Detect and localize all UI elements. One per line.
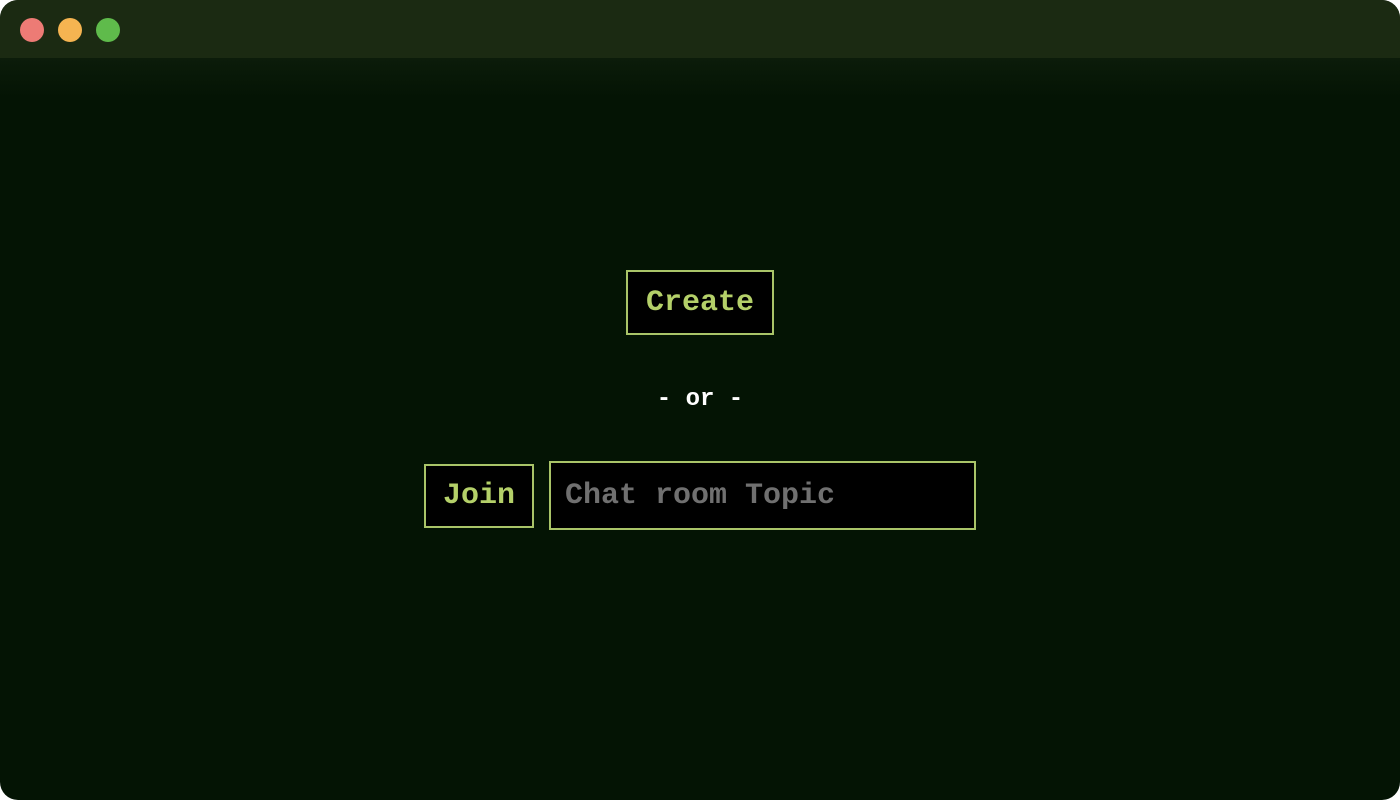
join-button[interactable]: Join — [424, 464, 534, 528]
close-window-icon[interactable] — [20, 18, 44, 42]
chat-room-topic-input[interactable] — [549, 461, 976, 530]
or-divider-text: - or - — [656, 386, 744, 413]
zoom-window-icon[interactable] — [96, 18, 120, 42]
minimize-window-icon[interactable] — [58, 18, 82, 42]
title-bar — [0, 0, 1400, 58]
app-window: Create - or - Join — [0, 0, 1400, 800]
title-bar-shadow — [0, 58, 1400, 98]
create-button[interactable]: Create — [626, 270, 774, 335]
